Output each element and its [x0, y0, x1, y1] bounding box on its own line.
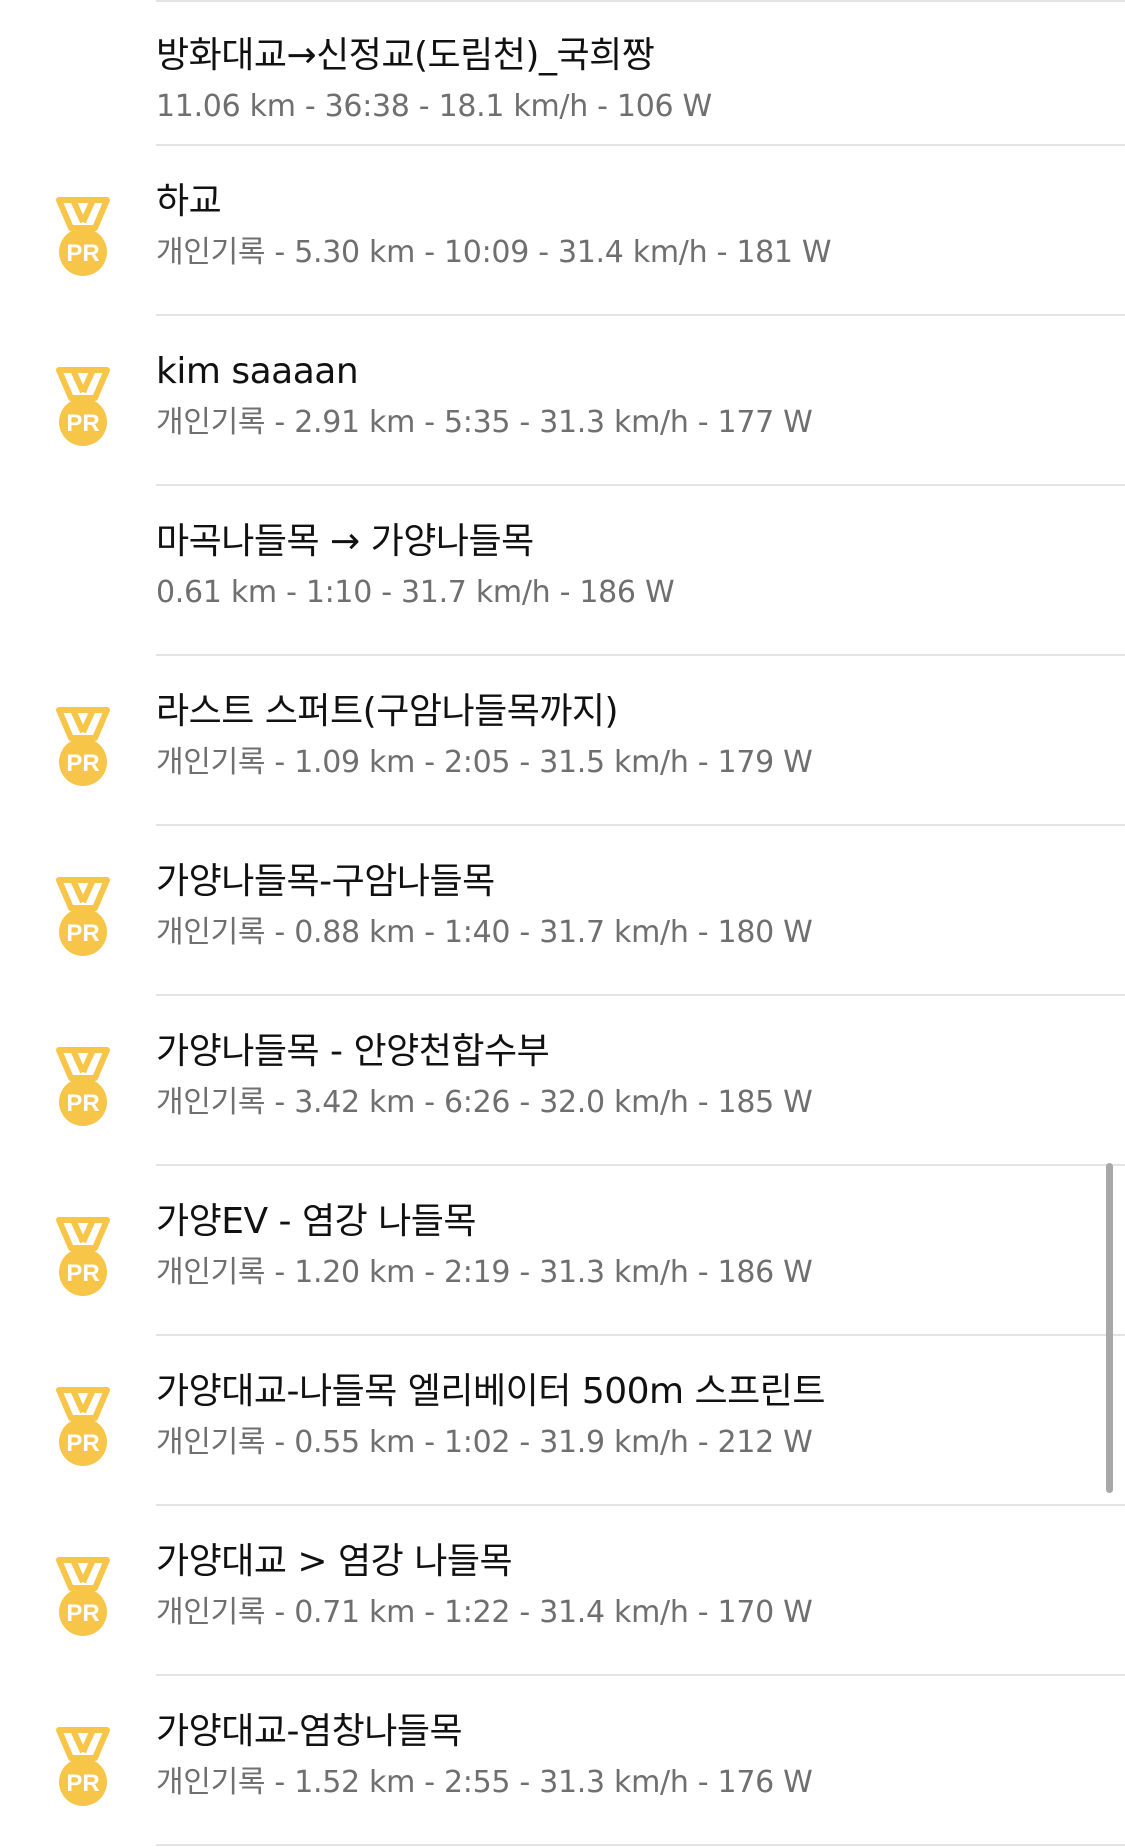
pr-badge-label: PR: [66, 1430, 99, 1457]
pr-badge-label: PR: [66, 1600, 99, 1627]
segment-row[interactable]: 방화대교→신정교(도림천)_국희짱 11.06 km - 36:38 - 18.1…: [0, 0, 1125, 146]
segment-name: 가양나들목 - 안양천합수부: [156, 1031, 550, 1072]
segment-name: 가양대교-염창나들목: [156, 1711, 463, 1752]
segment-stats: 개인기록 - 5.30 km - 10:09 - 31.4 km/h - 181…: [156, 235, 832, 270]
segment-row[interactable]: PR 하교개인기록 - 5.30 km - 10:09 - 31.4 km/h -…: [0, 146, 1125, 316]
segment-name: 가양나들목-구암나들목: [156, 861, 495, 902]
pr-medal-icon: PR: [53, 874, 113, 962]
segment-stats: 개인기록 - 0.55 km - 1:02 - 31.9 km/h - 212 …: [156, 1425, 813, 1460]
row-divider: [156, 1844, 1125, 1846]
segment-name: 하교: [156, 181, 222, 222]
segment-name: 가양대교-나들목 엘리베이터 500m 스프린트: [156, 1371, 826, 1412]
pr-medal-icon: PR: [53, 1384, 113, 1472]
pr-medal-icon: PR: [53, 1554, 113, 1642]
pr-medal-icon: PR: [53, 1214, 113, 1302]
segment-row[interactable]: PR kim saaaan 개인기록 - 2.91 km - 5:35 - 31.3…: [0, 316, 1125, 486]
segment-stats: 개인기록 - 2.91 km - 5:35 - 31.3 km/h - 177 …: [156, 405, 813, 440]
segment-name: 마곡나들목 → 가양나들목: [156, 521, 534, 562]
segment-stats: 개인기록 - 0.88 km - 1:40 - 31.7 km/h - 180 …: [156, 915, 813, 950]
segment-row[interactable]: PR 가양나들목-구암나들목개인기록 - 0.88 km - 1:40 - 31.…: [0, 826, 1125, 996]
segment-row[interactable]: PR 가양EV - 염강 나들목개인기록 - 1.20 km - 2:19 - 3…: [0, 1166, 1125, 1336]
pr-badge-label: PR: [66, 410, 99, 437]
pr-badge-label: PR: [66, 920, 99, 947]
segment-name: 가양대교 > 염강 나들목: [156, 1541, 513, 1582]
scrollbar[interactable]: [1106, 1163, 1113, 1493]
segment-stats: 개인기록 - 1.52 km - 2:55 - 31.3 km/h - 176 …: [156, 1765, 813, 1800]
segment-name: 라스트 스퍼트(구암나들목까지): [156, 691, 619, 732]
segment-stats: 0.61 km - 1:10 - 31.7 km/h - 186 W: [156, 575, 675, 610]
segment-stats: 개인기록 - 0.71 km - 1:22 - 31.4 km/h - 170 …: [156, 1595, 813, 1630]
pr-badge-label: PR: [66, 240, 99, 267]
pr-badge-label: PR: [66, 1260, 99, 1287]
segment-row[interactable]: PR 라스트 스퍼트(구암나들목까지) 개인기록 - 1.09 km - 2:05 …: [0, 656, 1125, 826]
segment-row[interactable]: PR 가양대교 > 염강 나들목개인기록 - 0.71 km - 1:22 - 3…: [0, 1506, 1125, 1676]
pr-medal-icon: PR: [53, 1724, 113, 1812]
pr-badge-label: PR: [66, 750, 99, 777]
pr-medal-icon: PR: [53, 1044, 113, 1132]
segment-row[interactable]: PR 가양대교-염창나들목개인기록 - 1.52 km - 2:55 - 31.3…: [0, 1676, 1125, 1846]
segment-name: 가양EV - 염강 나들목: [156, 1201, 477, 1242]
segment-name: 방화대교→신정교(도림천)_국희짱: [156, 35, 655, 76]
pr-badge-label: PR: [66, 1770, 99, 1797]
segment-row[interactable]: PR 가양나들목 - 안양천합수부개인기록 - 3.42 km - 6:26 - …: [0, 996, 1125, 1166]
segment-list: 방화대교→신정교(도림천)_국희짱 11.06 km - 36:38 - 18.1…: [0, 0, 1125, 1846]
segment-name: kim saaaan: [156, 351, 359, 392]
segment-row[interactable]: PR 가양대교-나들목 엘리베이터 500m 스프린트개인기록 - 0.55 km…: [0, 1336, 1125, 1506]
segment-stats: 개인기록 - 3.42 km - 6:26 - 32.0 km/h - 185 …: [156, 1085, 813, 1120]
pr-medal-icon: PR: [53, 194, 113, 282]
segment-stats: 개인기록 - 1.09 km - 2:05 - 31.5 km/h - 179 …: [156, 745, 813, 780]
pr-badge-label: PR: [66, 1090, 99, 1117]
segment-stats: 11.06 km - 36:38 - 18.1 km/h - 106 W: [156, 89, 712, 124]
segment-stats: 개인기록 - 1.20 km - 2:19 - 31.3 km/h - 186 …: [156, 1255, 813, 1290]
pr-medal-icon: PR: [53, 704, 113, 792]
pr-medal-icon: PR: [53, 364, 113, 452]
segment-row[interactable]: 마곡나들목 → 가양나들목 0.61 km - 1:10 - 31.7 km/h …: [0, 486, 1125, 656]
